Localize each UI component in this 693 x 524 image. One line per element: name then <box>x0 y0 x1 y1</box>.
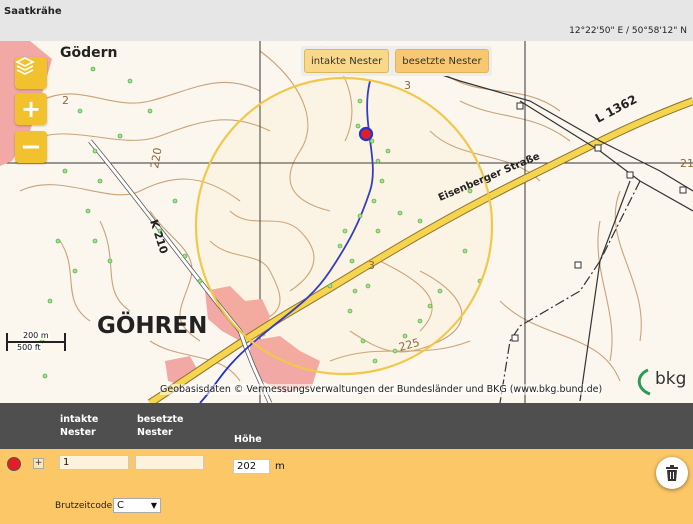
table-header: intakte Nester besetzte Nester Höhe <box>0 403 693 449</box>
hoehe-input[interactable] <box>233 459 270 474</box>
layers-icon <box>15 57 35 75</box>
header-hoehe: Höhe <box>234 434 262 445</box>
chevron-down-icon: ▼ <box>150 501 157 510</box>
map-canvas: Gödern GÖHREN K 210 L 1362 Eisenberger S… <box>0 41 693 403</box>
window-title: Saatkrähe <box>4 6 62 17</box>
scale-imperial-label: 500 ft <box>16 343 42 352</box>
trash-icon <box>666 465 678 481</box>
hoehe-unit: m <box>275 461 285 472</box>
elevation-label-2: 2 <box>62 94 69 107</box>
header-besetzte-nester: besetzte Nester <box>137 414 184 438</box>
bkg-logo: bkg <box>634 367 690 397</box>
header-intakte-nester: intakte Nester <box>60 414 99 438</box>
elevation-label-21: 21 <box>680 157 693 170</box>
map-attribution: Geobasisdaten © Vermessungsverwaltungen … <box>160 384 603 395</box>
toggle-besetzte-nester[interactable]: besetzte Nester <box>395 49 489 73</box>
elevation-label-3a: 3 <box>368 259 375 272</box>
topographic-map[interactable]: Gödern GÖHREN K 210 L 1362 Eisenberger S… <box>0 41 693 403</box>
besetzte-nester-input[interactable] <box>135 455 204 470</box>
coordinate-readout: 12°22'50" E / 50°58'12" N <box>569 26 687 36</box>
minus-icon: − <box>20 132 42 162</box>
toggle-intakte-nester[interactable]: intakte Nester <box>304 49 390 73</box>
layers-button[interactable] <box>15 57 47 89</box>
scale-metric-label: 200 m <box>22 331 50 340</box>
road-label-l1362: L 1362 <box>593 92 640 126</box>
village-label-gohren: GÖHREN <box>97 311 207 339</box>
plus-icon: + <box>20 95 42 123</box>
zoom-in-button[interactable]: + <box>15 93 47 125</box>
zoom-out-button[interactable]: − <box>15 131 47 163</box>
title-bar: Saatkrähe 12°22'50" E / 50°58'12" N <box>0 0 693 41</box>
nest-toggle-group: intakte Nester besetzte Nester <box>301 46 492 76</box>
delete-button[interactable] <box>656 457 688 489</box>
brutzeitcode-label: Brutzeitcode <box>55 501 113 511</box>
bkg-logo-text: bkg <box>655 369 687 389</box>
scale-bar: 200 m 500 ft <box>6 331 68 355</box>
brutzeitcode-select[interactable]: C ▼ <box>113 498 161 513</box>
intakte-nester-input[interactable] <box>59 455 129 470</box>
elevation-label-3b: 3 <box>404 79 411 92</box>
elevation-label-220: 220 <box>148 147 164 170</box>
nest-marker <box>358 126 374 142</box>
nest-color-dot <box>7 457 21 471</box>
expand-row-icon[interactable]: + <box>33 458 44 469</box>
brutzeitcode-value: C <box>117 500 124 511</box>
nest-entry-row: + m Brutzeitcode C ▼ <box>0 449 693 524</box>
village-label-godern: Gödern <box>60 45 118 61</box>
position-radius-circle <box>194 76 494 376</box>
